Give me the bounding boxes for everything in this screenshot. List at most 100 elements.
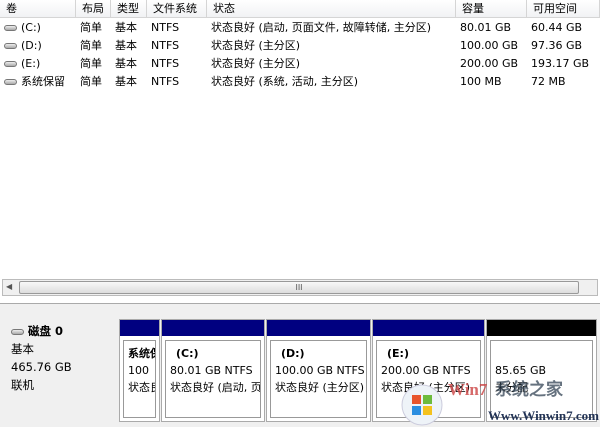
cell-layout: 简单	[76, 73, 111, 91]
scroll-thumb[interactable]: III	[19, 281, 579, 294]
cell-text: (D:)	[21, 39, 42, 52]
partition-status: 状态良好 (主分区)	[275, 381, 365, 394]
col-type[interactable]: 类型	[111, 0, 147, 18]
cell-capacity: 100.00 GB	[456, 37, 527, 55]
volume-icon	[4, 79, 17, 85]
partition-size: 100.00 GB NTFS	[275, 364, 365, 377]
partition-name: (E:)	[387, 347, 409, 360]
cell-free: 97.36 GB	[527, 37, 600, 55]
cell-text: 简单	[80, 21, 102, 34]
windows-logo-icon: Win7 系统之家 Www.Winwin7.com	[401, 379, 599, 426]
col-volume[interactable]: 卷	[0, 0, 76, 18]
partition-bar	[487, 320, 596, 336]
disk-size: 465.76 GB	[11, 360, 72, 374]
cell-capacity: 200.00 GB	[456, 55, 527, 73]
cell-text: 193.17 GB	[531, 57, 590, 70]
cell-free: 72 MB	[527, 73, 600, 91]
cell-text: 简单	[80, 75, 102, 88]
cell-text: 简单	[80, 57, 102, 70]
cell-name: (C:)	[0, 19, 76, 37]
cell-capacity: 80.01 GB	[456, 19, 527, 37]
col-capacity[interactable]: 容量	[456, 0, 527, 18]
partition-name: (D:)	[281, 347, 305, 360]
cell-layout: 简单	[76, 55, 111, 73]
svg-text:系统之家: 系统之家	[495, 379, 563, 400]
partition-details: (D:) 100.00 GB NTFS 状态良好 (主分区)	[270, 340, 367, 418]
cell-text: 97.36 GB	[531, 39, 583, 52]
partition[interactable]: (D:) 100.00 GB NTFS 状态良好 (主分区)	[266, 319, 371, 422]
watermark-logo: Win7 系统之家 Www.Winwin7.com	[400, 375, 600, 427]
cell-text: 状态良好 (主分区)	[211, 39, 301, 52]
cell-status: 状态良好 (主分区)	[207, 55, 456, 73]
svg-text:Www.Winwin7.com: Www.Winwin7.com	[488, 408, 599, 423]
partition-size: 80.01 GB NTFS	[170, 364, 253, 377]
cell-text: 简单	[80, 39, 102, 52]
col-layout[interactable]: 布局	[76, 0, 111, 18]
partition-name: (C:)	[176, 347, 199, 360]
cell-text: 系统保留	[21, 75, 65, 88]
cell-fs: NTFS	[147, 55, 207, 73]
volume-row[interactable]: (D:) 简单 基本 NTFS 状态良好 (主分区) 100.00 GB 97.36 GB	[0, 37, 600, 55]
cell-type: 基本	[111, 19, 147, 37]
cell-free: 193.17 GB	[527, 55, 600, 73]
horizontal-scrollbar[interactable]: ◀ III	[2, 279, 598, 296]
cell-name: (E:)	[0, 55, 76, 73]
cell-text: 72 MB	[531, 75, 566, 88]
partition[interactable]: (C:) 80.01 GB NTFS 状态良好 (启动, 页面文件)	[161, 319, 265, 422]
volume-icon	[4, 61, 17, 67]
cell-fs: NTFS	[147, 19, 207, 37]
disk-0-info[interactable]: 磁盘 0 基本 465.76 GB 联机	[3, 316, 118, 424]
cell-text: NTFS	[151, 21, 180, 34]
cell-status: 状态良好 (主分区)	[207, 37, 456, 55]
cell-text: 100.00 GB	[460, 39, 519, 52]
volume-row[interactable]: (E:) 简单 基本 NTFS 状态良好 (主分区) 200.00 GB 193.17 GB	[0, 55, 600, 73]
partition-details: (C:) 80.01 GB NTFS 状态良好 (启动, 页面文件)	[165, 340, 261, 418]
cell-name: 系统保留	[0, 73, 76, 91]
column-header: 卷 布局 类型 文件系统 状态 容量 可用空间	[0, 0, 600, 18]
cell-text: (E:)	[21, 57, 41, 70]
cell-fs: NTFS	[147, 73, 207, 91]
cell-fs: NTFS	[147, 37, 207, 55]
col-filesystem[interactable]: 文件系统	[147, 0, 207, 18]
disk-name: 磁盘 0	[28, 324, 64, 338]
cell-type: 基本	[111, 73, 147, 91]
cell-text: (C:)	[21, 21, 41, 34]
svg-text:Win7: Win7	[448, 380, 488, 399]
partition-bar	[267, 320, 370, 336]
cell-text: 80.01 GB	[460, 21, 512, 34]
cell-text: 状态良好 (主分区)	[211, 57, 301, 70]
cell-text: 200.00 GB	[460, 57, 519, 70]
disk-type: 基本	[11, 342, 34, 356]
partition-details: 系统保留 100 状态良好	[123, 340, 156, 418]
partition-name	[495, 345, 588, 362]
cell-name: (D:)	[0, 37, 76, 55]
partition-status: 状态良好 (启动, 页面文件)	[170, 381, 261, 394]
cell-layout: 简单	[76, 37, 111, 55]
partition-bar	[162, 320, 264, 336]
cell-status: 状态良好 (系统, 活动, 主分区)	[207, 73, 456, 91]
cell-text: 状态良好 (系统, 活动, 主分区)	[211, 75, 359, 88]
cell-type: 基本	[111, 37, 147, 55]
cell-text: 基本	[115, 39, 137, 52]
partition-bar	[373, 320, 484, 336]
scroll-left-icon[interactable]: ◀	[6, 282, 12, 291]
volume-row[interactable]: (C:) 简单 基本 NTFS 状态良好 (启动, 页面文件, 故障转储, 主分区) 80…	[0, 19, 600, 37]
volume-row[interactable]: 系统保留 简单 基本 NTFS 状态良好 (系统, 活动, 主分区) 100 MB 72 M…	[0, 73, 600, 91]
volume-icon	[4, 25, 17, 31]
cell-text: 100 MB	[460, 75, 502, 88]
disk-icon	[11, 328, 24, 335]
cell-type: 基本	[111, 55, 147, 73]
partition[interactable]: 系统保留 100 状态良好	[119, 319, 160, 422]
cell-text: 60.44 GB	[531, 21, 583, 34]
col-free-space[interactable]: 可用空间	[527, 0, 600, 18]
cell-capacity: 100 MB	[456, 73, 527, 91]
cell-text: 基本	[115, 57, 137, 70]
cell-text: NTFS	[151, 75, 180, 88]
cell-text: NTFS	[151, 57, 180, 70]
partition-status: 状态良好	[128, 381, 155, 394]
cell-text: 基本	[115, 21, 137, 34]
col-status[interactable]: 状态	[207, 0, 456, 18]
partition-bar	[120, 320, 159, 336]
cell-layout: 简单	[76, 19, 111, 37]
cell-text: 基本	[115, 75, 137, 88]
